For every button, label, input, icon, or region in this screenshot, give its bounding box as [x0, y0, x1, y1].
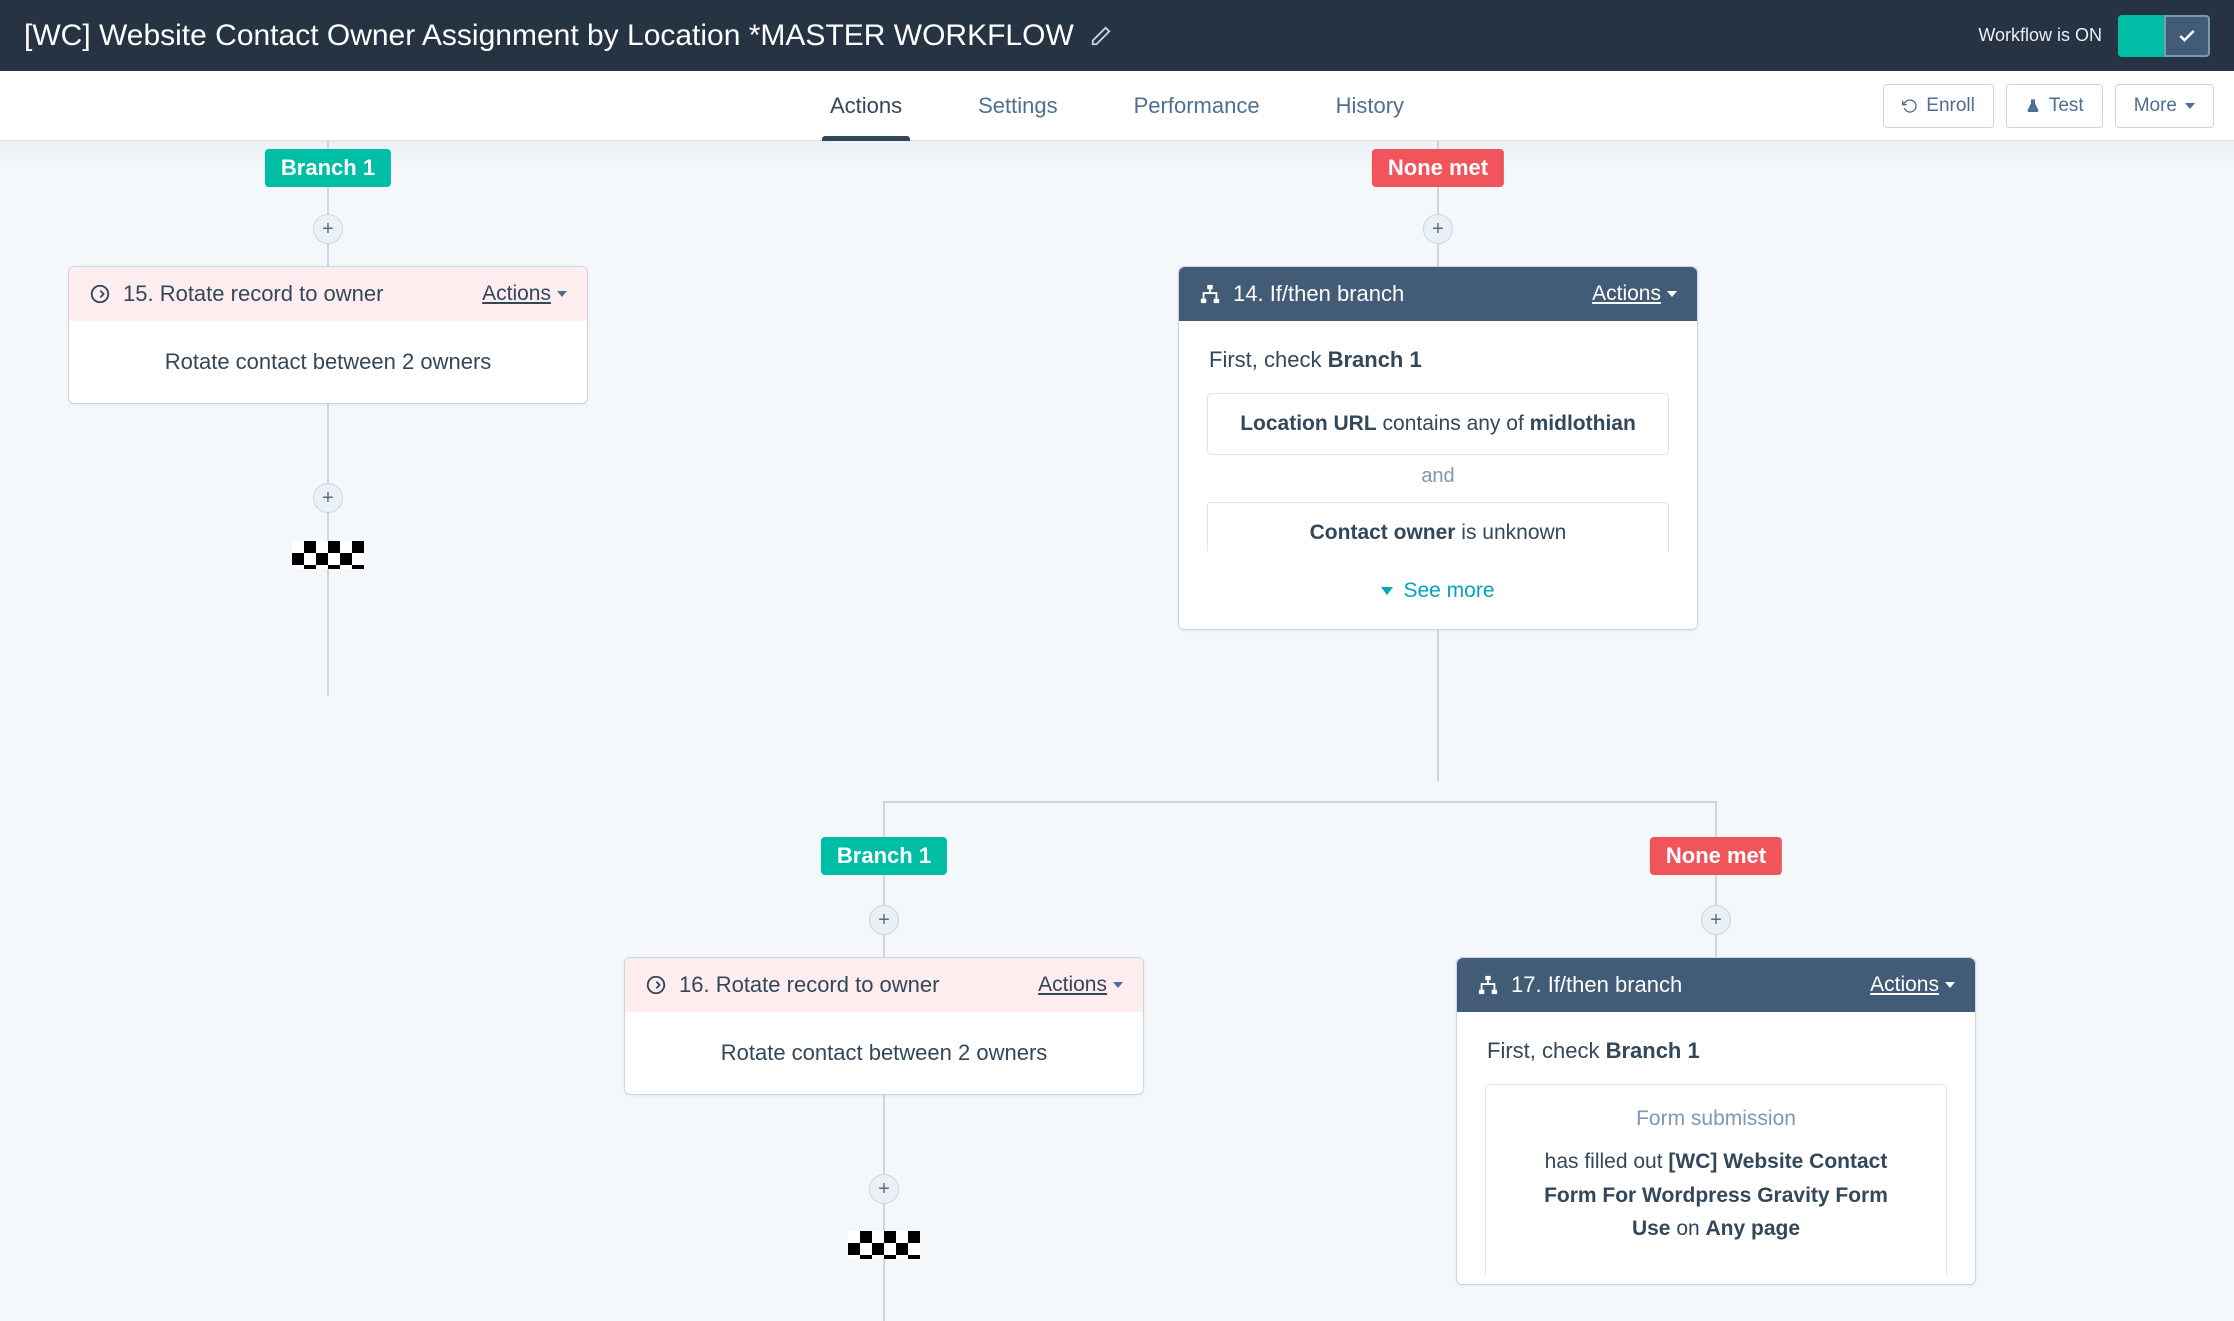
end-marker-icon: [848, 1231, 920, 1259]
workflow-status-label: Workflow is ON: [1978, 25, 2102, 46]
branch-card-17[interactable]: 17. If/then branch Actions First, check …: [1456, 957, 1976, 1285]
branch-badge: Branch 1: [821, 837, 947, 875]
tab-settings[interactable]: Settings: [970, 73, 1066, 139]
pencil-icon[interactable]: [1090, 25, 1112, 47]
add-action-button[interactable]: +: [869, 1174, 899, 1204]
card-actions-menu[interactable]: Actions: [482, 282, 567, 306]
workflow-title: [WC] Website Contact Owner Assignment by…: [24, 19, 1074, 53]
chevron-down-icon: [1381, 587, 1393, 595]
first-check-text: First, check Branch 1: [1457, 1012, 1975, 1084]
more-button[interactable]: More: [2115, 84, 2214, 128]
test-button[interactable]: Test: [2006, 84, 2103, 128]
none-met-badge: None met: [1372, 149, 1504, 187]
none-met-badge: None met: [1650, 837, 1782, 875]
rotate-card-16[interactable]: 16. Rotate record to owner Actions Rotat…: [624, 957, 1144, 1095]
card-title: 15. Rotate record to owner: [123, 281, 383, 307]
card-actions-menu[interactable]: Actions: [1038, 973, 1123, 997]
workflow-toggle[interactable]: [2118, 15, 2210, 57]
criteria-box: Contact owner is unknown: [1207, 502, 1669, 551]
tab-bar: Actions Settings Performance History Enr…: [0, 71, 2234, 141]
workflow-canvas[interactable]: Branch 1 + 15. Rotate record to owner Ac…: [0, 141, 2234, 1294]
see-more-button[interactable]: See more: [1179, 561, 1697, 629]
rotate-icon: [645, 974, 667, 996]
checkmark-icon[interactable]: [2164, 15, 2210, 57]
card-body: Rotate contact between 2 owners: [69, 321, 587, 403]
criteria-group-label: Form submission: [1506, 1103, 1926, 1145]
card-title: 17. If/then branch: [1511, 972, 1682, 998]
branch-badge: Branch 1: [265, 149, 391, 187]
add-action-button[interactable]: +: [313, 483, 343, 513]
add-action-button[interactable]: +: [313, 214, 343, 244]
chevron-down-icon: [1113, 982, 1123, 988]
criteria-box: Form submission has filled out [WC] Webs…: [1485, 1084, 1947, 1274]
tab-actions[interactable]: Actions: [822, 73, 910, 139]
criteria-text: has filled out [WC] Website Contact Form…: [1506, 1145, 1926, 1256]
card-actions-menu[interactable]: Actions: [1870, 973, 1955, 997]
connector-line: [883, 1111, 885, 1321]
more-label: More: [2134, 95, 2177, 117]
branch-icon: [1477, 974, 1499, 996]
connector-line: [884, 801, 1716, 803]
criteria-box: Location URL contains any of midlothian: [1207, 393, 1669, 455]
chevron-down-icon: [2185, 103, 2195, 109]
add-action-button[interactable]: +: [1701, 905, 1731, 935]
chevron-down-icon: [1945, 982, 1955, 988]
card-title: 16. Rotate record to owner: [679, 972, 939, 998]
card-title: 14. If/then branch: [1233, 281, 1404, 307]
rotate-icon: [89, 283, 111, 305]
card-body: Rotate contact between 2 owners: [625, 1012, 1143, 1094]
rotate-card-15[interactable]: 15. Rotate record to owner Actions Rotat…: [68, 266, 588, 404]
chevron-down-icon: [557, 291, 567, 297]
test-label: Test: [2049, 95, 2084, 117]
enroll-icon: [1902, 98, 1918, 114]
chevron-down-icon: [1667, 291, 1677, 297]
enroll-label: Enroll: [1926, 95, 1975, 117]
enroll-button[interactable]: Enroll: [1883, 84, 1994, 128]
card-actions-menu[interactable]: Actions: [1592, 282, 1677, 306]
first-check-text: First, check Branch 1: [1179, 321, 1697, 393]
flask-icon: [2025, 98, 2041, 114]
and-label: and: [1207, 455, 1669, 502]
branch-icon: [1199, 283, 1221, 305]
tab-history[interactable]: History: [1328, 73, 1412, 139]
tab-performance[interactable]: Performance: [1126, 73, 1268, 139]
add-action-button[interactable]: +: [869, 905, 899, 935]
end-marker-icon: [292, 541, 364, 569]
app-header: [WC] Website Contact Owner Assignment by…: [0, 0, 2234, 71]
branch-card-14[interactable]: 14. If/then branch Actions First, check …: [1178, 266, 1698, 630]
add-action-button[interactable]: +: [1423, 214, 1453, 244]
